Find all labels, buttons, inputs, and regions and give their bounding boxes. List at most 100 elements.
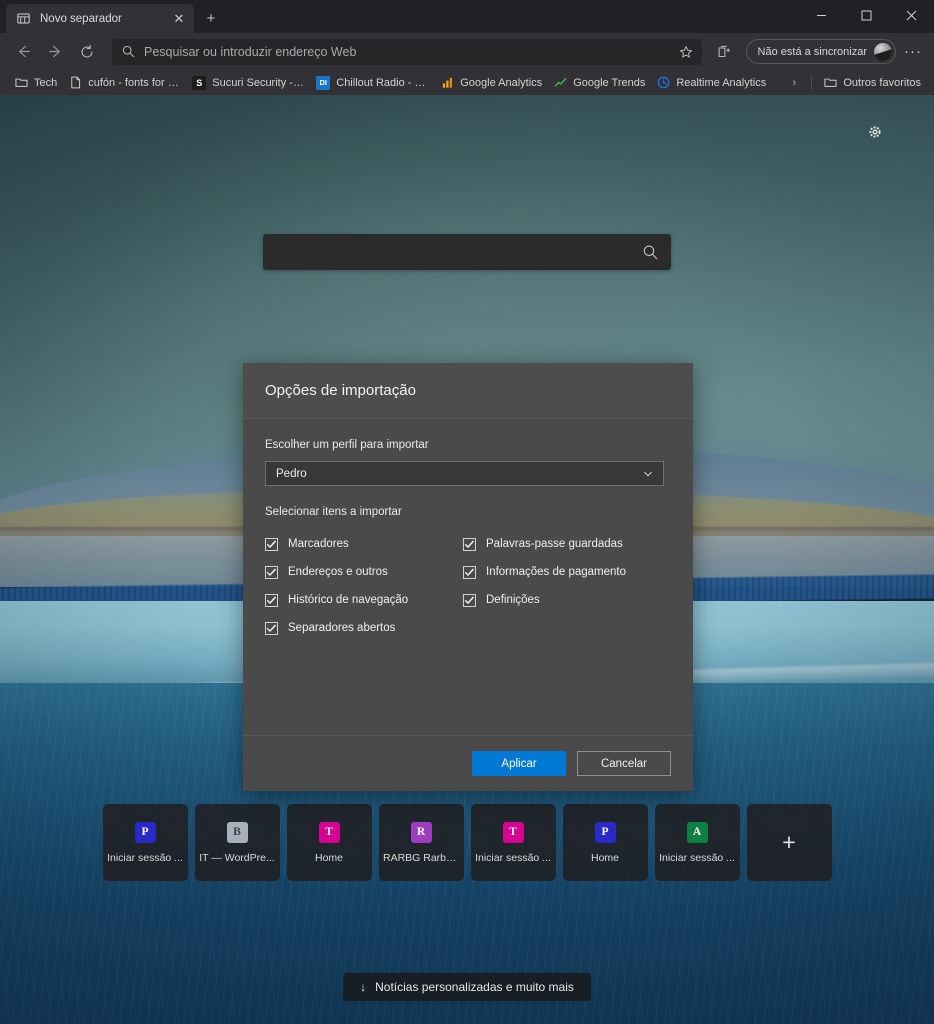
- checkbox-row-definicoes[interactable]: Definições: [463, 593, 671, 607]
- tab-close-icon[interactable]: ✕: [170, 10, 188, 28]
- checkbox-definicoes[interactable]: [463, 593, 476, 607]
- sucuri-icon: S: [192, 75, 207, 90]
- dialog-scrollbar[interactable]: [688, 475, 693, 735]
- clock-icon: [656, 76, 670, 90]
- folder-icon: [823, 76, 837, 90]
- news-feed-toggle[interactable]: ↓ Notícias personalizadas e muito mais: [343, 973, 591, 1001]
- favorites-divider: [811, 75, 813, 90]
- favorite-label: Google Trends: [573, 76, 646, 89]
- close-button[interactable]: [889, 0, 934, 31]
- checkbox-palavras-passe-guardadas[interactable]: [463, 537, 476, 551]
- profile-field-label: Escolher um perfil para importar: [265, 439, 429, 451]
- search-icon[interactable]: [642, 244, 659, 261]
- checkbox-separadores-abertos[interactable]: [265, 621, 278, 635]
- down-arrow-icon: ↓: [360, 980, 367, 994]
- profile-sync-button[interactable]: Não está a sincronizar: [745, 39, 896, 64]
- favorite-item-sucuri[interactable]: S Sucuri Security - Pr...: [188, 74, 312, 92]
- folder-icon: [14, 76, 28, 90]
- address-bar[interactable]: Pesquisar ou introduzir endereço Web: [112, 38, 702, 65]
- address-bar-placeholder: Pesquisar ou introduzir endereço Web: [144, 44, 357, 59]
- shortcut-tile[interactable]: T Home: [286, 804, 372, 881]
- favorite-item-google-trends[interactable]: Google Trends: [549, 74, 652, 92]
- page-icon: [68, 76, 82, 90]
- favorite-star-icon[interactable]: [674, 40, 698, 64]
- title-bar: Novo separador ✕ +: [0, 0, 934, 33]
- shortcut-tile[interactable]: T Iniciar sessão ...: [470, 804, 556, 881]
- tab-novo-separador[interactable]: Novo separador ✕: [6, 4, 194, 33]
- tile-label: Iniciar sessão ...: [659, 851, 735, 864]
- favorite-folder-other[interactable]: Outros favoritos: [819, 74, 928, 92]
- profile-select-value: Pedro: [276, 467, 307, 480]
- tile-icon-letter: B: [226, 821, 248, 843]
- settings-and-more-button[interactable]: ···: [900, 39, 926, 65]
- import-options-dialog: Opções de importação Escolher um perfil …: [243, 363, 693, 791]
- bar-chart-icon: [440, 76, 454, 90]
- checkbox-row-palavras-passe[interactable]: Palavras-passe guardadas: [463, 537, 671, 551]
- checkbox-informacoes-de-pagamento[interactable]: [463, 565, 476, 579]
- dialog-footer: Aplicar Cancelar: [243, 735, 693, 791]
- dialog-title: Opções de importação: [265, 382, 416, 399]
- gear-icon[interactable]: [860, 117, 890, 147]
- navigation-toolbar: Pesquisar ou introduzir endereço Web Não…: [0, 33, 934, 70]
- trend-line-icon: [553, 76, 567, 90]
- favorite-label: Chillout Radio - Dig...: [336, 76, 429, 89]
- profile-select[interactable]: Pedro: [265, 461, 664, 486]
- plus-icon: +: [782, 829, 796, 855]
- di-icon-letters: DI: [316, 75, 331, 90]
- sucuri-icon-letter: S: [192, 75, 207, 90]
- shortcut-tile[interactable]: A Iniciar sessão ...: [654, 804, 740, 881]
- apply-button[interactable]: Aplicar: [472, 751, 566, 776]
- favorite-item-google-analytics[interactable]: Google Analytics: [436, 74, 549, 92]
- checkbox-historico-de-navegacao[interactable]: [265, 593, 278, 607]
- favorite-label: Realtime Analytics: [676, 76, 767, 89]
- tile-label: Iniciar sessão ...: [107, 851, 183, 864]
- shortcut-tile[interactable]: P Iniciar sessão ...: [102, 804, 188, 881]
- dialog-body: Escolher um perfil para importar Pedro S…: [243, 419, 693, 735]
- search-input[interactable]: [263, 234, 671, 270]
- favorites-overflow-button[interactable]: ›: [784, 73, 804, 93]
- favorite-item-tech[interactable]: Tech: [10, 74, 64, 92]
- shortcut-tile[interactable]: B IT — WordPre...: [194, 804, 280, 881]
- checkbox-label: Definições: [486, 594, 540, 606]
- checkbox-row-separadores[interactable]: Separadores abertos: [265, 621, 463, 635]
- checkbox-row-enderecos[interactable]: Endereços e outros: [265, 565, 463, 579]
- favorite-item-cufon[interactable]: cufón - fonts for th...: [64, 74, 188, 92]
- new-tab-button[interactable]: +: [198, 5, 224, 31]
- favorite-label: Google Analytics: [460, 76, 543, 89]
- checkbox-enderecos-e-outros[interactable]: [265, 565, 278, 579]
- shortcut-tile[interactable]: R RARBG Rarbg...: [378, 804, 464, 881]
- add-shortcut-button[interactable]: +: [746, 804, 832, 881]
- favorite-item-chillout-radio[interactable]: DI Chillout Radio - Dig...: [312, 74, 436, 92]
- maximize-button[interactable]: [844, 0, 889, 31]
- cancel-button[interactable]: Cancelar: [577, 751, 671, 776]
- checkbox-marcadores[interactable]: [265, 537, 278, 551]
- new-tab-page: P Iniciar sessão ... B IT — WordPre... T…: [0, 95, 934, 1024]
- browser-window: Novo separador ✕ + Pesquisar ou introduz…: [0, 0, 934, 1024]
- profile-sync-label: Não está a sincronizar: [757, 45, 867, 58]
- digitally-imported-icon: DI: [316, 75, 331, 90]
- forward-button[interactable]: [40, 37, 70, 67]
- newtab-icon: [16, 11, 31, 26]
- ntp-search-container: [0, 234, 934, 270]
- tile-label: RARBG Rarbg...: [383, 851, 459, 864]
- checkbox-row-marcadores[interactable]: Marcadores: [265, 537, 463, 551]
- checkbox-label: Marcadores: [288, 538, 349, 550]
- items-section-label: Selecionar itens a importar: [265, 506, 402, 518]
- shortcut-tiles: P Iniciar sessão ... B IT — WordPre... T…: [0, 804, 934, 881]
- checkbox-label: Separadores abertos: [288, 622, 396, 634]
- shortcut-tile[interactable]: P Home: [562, 804, 648, 881]
- collections-icon[interactable]: [710, 38, 738, 66]
- avatar: [874, 42, 892, 61]
- favorite-label: Sucuri Security - Pr...: [212, 76, 306, 89]
- tile-icon-letter: T: [502, 821, 524, 843]
- favorite-item-realtime-analytics[interactable]: Realtime Analytics: [652, 74, 773, 92]
- checkbox-row-informacoes-pagamento[interactable]: Informações de pagamento: [463, 565, 671, 579]
- news-feed-label: Notícias personalizadas e muito mais: [375, 980, 574, 994]
- favorite-label: Tech: [34, 76, 58, 89]
- refresh-button[interactable]: [72, 37, 102, 67]
- tab-title: Novo separador: [40, 12, 122, 25]
- tile-icon-letter: P: [134, 821, 156, 843]
- checkbox-row-historico[interactable]: Histórico de navegação: [265, 593, 463, 607]
- minimize-button[interactable]: [799, 0, 844, 31]
- back-button[interactable]: [8, 37, 38, 67]
